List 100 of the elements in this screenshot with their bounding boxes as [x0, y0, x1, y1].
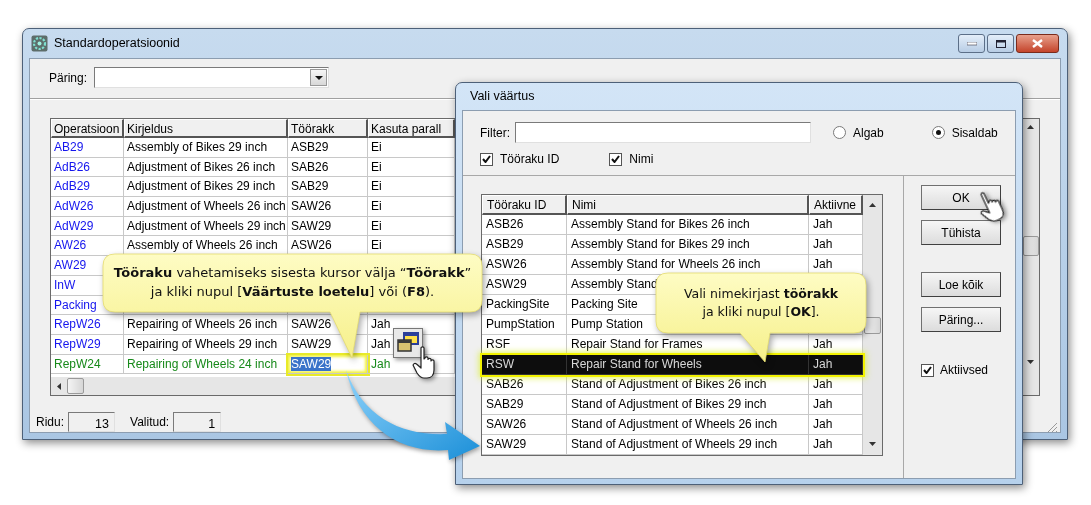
table-cell: ASB26 — [482, 215, 567, 235]
table-cell: Assembly Stand for Bikes 29 inch — [567, 235, 809, 255]
checkbox-label[interactable]: Aktiivsed — [940, 361, 989, 379]
table-cell: Ei — [371, 179, 382, 194]
table-cell: Assembly Stand for Bikes 26 inch — [567, 215, 809, 235]
table-cell[interactable]: InW — [54, 277, 76, 292]
table-cell: Stand of Adjustment of Wheels 29 inch — [567, 435, 809, 455]
table-cell: Assembly of Wheels 26 inch — [127, 238, 278, 253]
scroll-up-icon[interactable] — [1027, 125, 1034, 129]
column-header[interactable]: Operatsioon — [51, 119, 124, 138]
table-cell[interactable]: AdW29 — [54, 218, 94, 233]
minimize-button[interactable] — [958, 34, 985, 53]
table-cell: SAB29 — [291, 179, 329, 194]
table-cell: RSW — [482, 355, 567, 375]
table-cell: ASB29 — [482, 235, 567, 255]
table-cell: Jah — [371, 336, 391, 351]
table-cell[interactable]: AB29 — [54, 140, 84, 154]
close-button[interactable] — [1016, 34, 1059, 53]
scroll-left-icon[interactable] — [57, 382, 61, 390]
table-cell[interactable]: AW29 — [54, 258, 87, 273]
table-cell[interactable]: RepW26 — [54, 317, 101, 332]
radio-label[interactable]: Algab — [853, 123, 884, 142]
table-cell: SAB26 — [291, 159, 329, 174]
checkbox[interactable] — [921, 363, 934, 377]
dialog-button[interactable]: Tühista — [921, 220, 1001, 245]
table-cell[interactable]: RepW24 — [54, 356, 101, 371]
table-cell[interactable]: AdB29 — [54, 179, 91, 194]
maximize-icon[interactable] — [995, 39, 1006, 48]
column-header[interactable]: Töörakk — [288, 119, 368, 138]
table-cell: Stand of Adjustment of Bikes 26 inch — [567, 375, 809, 395]
field-label: Filter: — [480, 124, 510, 142]
query-dropdown[interactable] — [94, 67, 330, 88]
table-cell[interactable]: AdW26 — [54, 199, 94, 214]
column-header[interactable]: Kasuta parall — [368, 119, 455, 138]
table-cell: Repairing of Wheels 26 inch — [127, 317, 278, 332]
table-cell: Ei — [371, 199, 382, 214]
table-cell: SAW29 — [291, 218, 332, 233]
table-cell: Adjustment of Wheels 29 inch — [127, 218, 286, 233]
table-cell: Ei — [371, 140, 382, 154]
table-cell: Repairing of Wheels 29 inch — [127, 336, 278, 351]
checkbox-label[interactable]: Tööraku ID — [500, 150, 560, 168]
hand-cursor-icon — [412, 346, 436, 379]
scroll-down-icon[interactable] — [1027, 360, 1034, 364]
table-cell: Stand of Adjustment of Bikes 29 inch — [567, 395, 809, 415]
callout-text: Tööraku vahetamiseks sisesta kursor välja “Töörakk” ja kliki nupul [Väärtuste loetelu] või (F8). — [113, 264, 472, 301]
minimize-icon[interactable] — [966, 41, 977, 46]
checkbox[interactable] — [480, 152, 493, 166]
window-stack-icon[interactable] — [393, 328, 423, 358]
status-label: Ridu: — [36, 414, 64, 431]
gear-icon — [31, 35, 48, 52]
vertical-scrollbar[interactable] — [863, 195, 882, 455]
maximize-button[interactable] — [987, 34, 1014, 53]
column-header[interactable]: Kirjeldus — [124, 119, 288, 138]
status-label: Valitud: — [130, 414, 170, 431]
table-cell: Repairing of Wheels 24 inch — [127, 356, 278, 371]
table-cell[interactable]: SAW29 — [288, 354, 368, 375]
dialog-button[interactable]: OK — [921, 185, 1001, 210]
table-cell: Jah — [371, 317, 391, 332]
status-value: 13 — [68, 412, 115, 432]
table-cell[interactable]: AdB26 — [54, 159, 91, 174]
filter-field[interactable] — [515, 122, 811, 143]
checkbox[interactable] — [609, 152, 623, 166]
checkbox-label[interactable]: Nimi — [629, 150, 654, 168]
table-cell: SAW26 — [291, 317, 332, 332]
radio-label[interactable]: Sisaldab — [951, 123, 998, 142]
table-cell: Jah — [371, 356, 391, 371]
table-cell[interactable]: Packing — [54, 297, 97, 312]
table-cell[interactable]: RepW29 — [54, 336, 101, 351]
table-cell: Adjustment of Bikes 26 inch — [127, 159, 276, 174]
table-cell: SAB29 — [482, 395, 567, 415]
dialog-button[interactable]: Päring... — [921, 307, 1001, 332]
column-header[interactable]: Nimi — [567, 195, 809, 215]
table-cell[interactable]: AW26 — [54, 238, 87, 253]
scrollbar-thumb[interactable] — [67, 378, 84, 394]
dialog-button[interactable]: Loe kõik — [921, 272, 1001, 297]
column-header[interactable]: Tööraku ID — [482, 195, 567, 215]
table-cell: PumpStation — [482, 315, 567, 335]
scroll-up-icon[interactable] — [869, 203, 876, 207]
table-cell: SAW26 — [291, 199, 332, 214]
table-cell: ASW26 — [291, 238, 332, 253]
table-cell: Stand of Adjustment of Wheels 26 inch — [567, 415, 809, 435]
radio-button[interactable] — [931, 126, 945, 139]
column-header[interactable]: Aktiivne — [809, 195, 863, 215]
radio-button[interactable] — [833, 126, 846, 139]
table-cell: Ei — [371, 238, 382, 253]
dialog-title: Vali väärtus — [470, 88, 535, 106]
table-cell: SAW26 — [482, 415, 567, 435]
close-icon[interactable] — [1032, 39, 1043, 48]
field-label: Päring: — [49, 69, 88, 87]
table-cell: Assembly of Bikes 29 inch — [127, 140, 268, 154]
resize-grip-icon[interactable] — [1047, 422, 1058, 433]
table-cell: SAB26 — [482, 375, 567, 395]
selected-row[interactable]: RSW Repair Stand for Wheels Jah — [482, 355, 863, 375]
table-cell: Jah — [809, 355, 863, 375]
scroll-down-icon[interactable] — [869, 442, 876, 446]
dropdown-arrow-icon[interactable] — [314, 75, 323, 80]
status-value: 1 — [173, 412, 222, 432]
table-cell: ASB29 — [291, 140, 329, 154]
table-cell: SAW29 — [291, 336, 332, 351]
table-cell: Adjustment of Wheels 26 inch — [127, 199, 286, 214]
